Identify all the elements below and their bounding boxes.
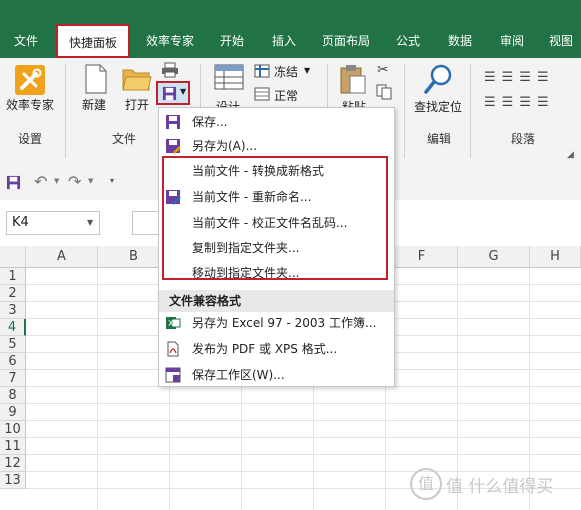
ribbon-divider bbox=[65, 64, 66, 158]
normal-view-button[interactable]: 正常 bbox=[274, 87, 298, 104]
cut-icon[interactable]: ✂ bbox=[377, 62, 389, 78]
row-header[interactable]: 1 bbox=[0, 268, 26, 285]
tab-data[interactable]: 数据 bbox=[438, 28, 482, 56]
gridline bbox=[26, 454, 581, 455]
watermark-logo: 值 bbox=[410, 468, 442, 500]
open-folder-icon[interactable] bbox=[122, 66, 152, 92]
column-header[interactable]: A bbox=[26, 246, 98, 268]
open-button[interactable]: 打开 bbox=[125, 96, 149, 113]
design-table-icon[interactable] bbox=[214, 64, 244, 90]
tab-file[interactable]: 文件 bbox=[4, 28, 48, 56]
ribbon-divider bbox=[470, 64, 471, 158]
highlight-box bbox=[162, 156, 388, 280]
ribbon-divider bbox=[404, 64, 405, 158]
save-as-icon bbox=[166, 139, 181, 154]
menu-item-publish-pdf[interactable]: 发布为 PDF 或 XPS 格式... bbox=[159, 337, 394, 361]
save-dropdown-button[interactable]: ▼ bbox=[156, 81, 190, 105]
row-header[interactable]: 10 bbox=[0, 421, 26, 438]
column-header[interactable]: H bbox=[530, 246, 581, 268]
freeze-button[interactable]: 冻结 bbox=[274, 63, 298, 80]
gridline bbox=[26, 403, 581, 404]
row-header[interactable]: 6 bbox=[0, 353, 26, 370]
tab-formulas[interactable]: 公式 bbox=[386, 28, 430, 56]
row-header[interactable]: 2 bbox=[0, 285, 26, 302]
settings-group-label: 设置 bbox=[18, 132, 43, 146]
name-box-value: K4 bbox=[12, 215, 29, 230]
efficiency-expert-label[interactable]: 效率专家 bbox=[6, 96, 54, 113]
row-header[interactable]: 8 bbox=[0, 387, 26, 404]
redo-icon[interactable]: ↷ bbox=[68, 172, 81, 191]
printer-icon[interactable] bbox=[161, 62, 179, 78]
find-locate-button[interactable]: 查找定位 bbox=[414, 98, 462, 115]
excel-icon: X bbox=[166, 317, 181, 329]
chevron-down-icon[interactable]: ▼ bbox=[88, 177, 93, 185]
svg-text:X: X bbox=[168, 319, 174, 328]
tab-home[interactable]: 开始 bbox=[210, 28, 254, 56]
watermark-text: 值 什么值得买 bbox=[446, 477, 554, 497]
chevron-down-icon[interactable]: ▼ bbox=[304, 66, 310, 75]
tab-efficiency-expert[interactable]: 效率专家 bbox=[138, 28, 202, 56]
tab-review[interactable]: 审阅 bbox=[490, 28, 534, 56]
list-format-icons[interactable]: ☰☰☰☰ bbox=[484, 70, 555, 85]
tab-view[interactable]: 视图 bbox=[541, 28, 581, 56]
tab-page-layout[interactable]: 页面布局 bbox=[314, 28, 378, 56]
tools-icon[interactable] bbox=[14, 64, 46, 96]
undo-icon[interactable]: ↶ bbox=[34, 172, 47, 191]
chevron-down-icon[interactable]: ▼ bbox=[87, 218, 93, 227]
workspace-icon bbox=[165, 367, 181, 383]
menu-item-save-workspace[interactable]: 保存工作区(W)... bbox=[159, 363, 394, 387]
chevron-down-icon: ▼ bbox=[180, 87, 187, 96]
gridline bbox=[97, 268, 98, 510]
column-header[interactable]: G bbox=[458, 246, 530, 268]
row-header[interactable]: 7 bbox=[0, 370, 26, 387]
tab-quick-panel[interactable]: 快捷面板 bbox=[56, 24, 130, 58]
search-icon[interactable] bbox=[424, 64, 452, 94]
align-icons[interactable]: ☰☰☰☰ bbox=[484, 95, 555, 110]
normal-view-icon bbox=[254, 87, 270, 101]
tab-insert[interactable]: 插入 bbox=[262, 28, 306, 56]
menu-item-save-as-excel97[interactable]: X 另存为 Excel 97 - 2003 工作簿... bbox=[159, 311, 394, 335]
save-icon bbox=[162, 86, 177, 101]
row-header[interactable]: 3 bbox=[0, 302, 26, 319]
row-header[interactable]: 12 bbox=[0, 455, 26, 472]
new-button[interactable]: 新建 bbox=[82, 96, 106, 113]
menu-item-save[interactable]: 保存... bbox=[159, 110, 394, 134]
row-header[interactable]: 9 bbox=[0, 404, 26, 421]
gridline bbox=[26, 437, 581, 438]
customize-qat-icon[interactable]: ▾ bbox=[110, 176, 114, 185]
copy-icon[interactable] bbox=[376, 84, 392, 100]
file-group-label: 文件 bbox=[112, 132, 137, 146]
row-header[interactable]: 13 bbox=[0, 472, 26, 489]
row-header[interactable]: 11 bbox=[0, 438, 26, 455]
dialog-launcher-icon[interactable]: ◢ bbox=[567, 150, 574, 160]
row-header-selected[interactable]: 4 bbox=[0, 319, 26, 336]
freeze-icon bbox=[254, 64, 270, 78]
save-icon[interactable] bbox=[6, 175, 21, 190]
row-header[interactable]: 5 bbox=[0, 336, 26, 353]
paragraph-group-label: 段落 bbox=[511, 132, 536, 146]
select-all-corner[interactable] bbox=[0, 246, 26, 268]
column-header[interactable]: F bbox=[386, 246, 458, 268]
paste-clipboard-icon[interactable] bbox=[340, 64, 366, 94]
pdf-document-icon bbox=[167, 341, 179, 357]
new-file-icon[interactable] bbox=[84, 64, 108, 94]
menu-section-header: 文件兼容格式 bbox=[159, 290, 394, 312]
name-box[interactable]: K4 ▼ bbox=[6, 211, 100, 235]
menu-item-save-as[interactable]: 另存为(A)... bbox=[159, 134, 394, 158]
edit-group-label: 编辑 bbox=[427, 132, 452, 146]
save-icon bbox=[166, 115, 180, 129]
chevron-down-icon[interactable]: ▼ bbox=[54, 177, 59, 185]
gridline bbox=[26, 420, 581, 421]
